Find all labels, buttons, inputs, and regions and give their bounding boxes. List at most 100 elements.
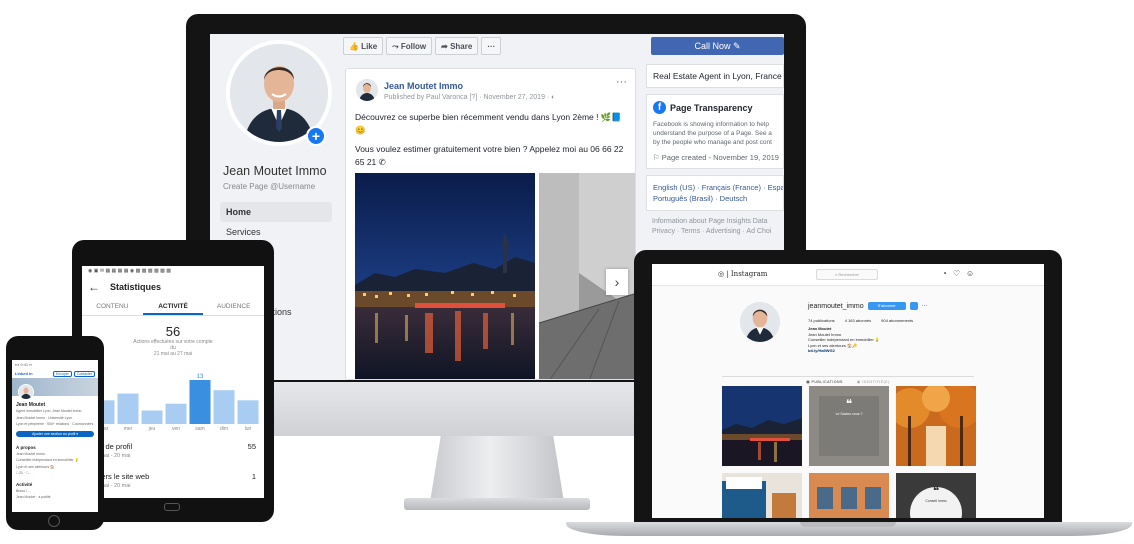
grid-post[interactable] xyxy=(722,386,802,466)
follow-button[interactable]: ⤳ Follow xyxy=(386,37,433,55)
chart-day-label: sam xyxy=(195,426,205,432)
date-range: 21 mai au 27 mai xyxy=(153,351,193,357)
language-links[interactable]: English (US) · Français (France) · Espa xyxy=(653,182,783,193)
add-photo-icon[interactable]: + xyxy=(306,126,326,146)
grid-post[interactable]: ❝ Conseil immo xyxy=(896,473,976,518)
footer-line[interactable]: Information about Page Insights Data xyxy=(652,217,778,227)
followers-count[interactable]: 4 163 abonnés xyxy=(845,318,871,323)
contact-button[interactable]: Contacter xyxy=(73,370,95,377)
chart-peak-label: 13 xyxy=(197,374,204,380)
footer-line[interactable]: Privacy · Terms · Advertising · Ad Choi xyxy=(652,227,778,237)
statistics-header: ← Statistiques xyxy=(82,276,264,298)
post-text: Découvrez ce superbe bien récemment vend… xyxy=(355,111,627,175)
transparency-text-line: by the people who manage and post cont xyxy=(653,139,772,146)
more-options-icon[interactable]: ··· xyxy=(922,303,928,309)
grid-post[interactable] xyxy=(896,386,976,466)
grid-post[interactable]: ❝ Le Saviez-vous ? xyxy=(809,386,889,466)
instagram-navbar: ◎ | Instagram ⌕ Rechercher ◔ ♡ ☺ xyxy=(652,264,1044,286)
profile-avatar[interactable] xyxy=(18,384,34,400)
total-actions: 56 xyxy=(165,324,181,339)
post-photo-lyon-night[interactable] xyxy=(355,173,535,379)
post-author-name[interactable]: Jean Moutet Immo xyxy=(384,81,463,91)
website-clicks-row[interactable]: cs vers le site web 1 u 14 mai - 20 mai xyxy=(88,472,258,489)
like-button[interactable]: 👍 Like xyxy=(343,37,384,55)
footer-links: Information about Page Insights Data Pri… xyxy=(646,217,784,237)
add-section-button[interactable]: Ajouter une section au profil ▾ xyxy=(16,430,94,437)
following-count[interactable]: 904 abonnements xyxy=(881,318,913,323)
person-portrait-icon xyxy=(740,302,780,342)
quote-icon: ❝ xyxy=(932,484,940,498)
profile-visits-row[interactable]: sites de profil 55 u 14 mai - 20 mai xyxy=(88,442,258,459)
chart-bar[interactable] xyxy=(117,393,139,425)
profile-stats: 74 publications 4 163 abonnés 904 abonne… xyxy=(808,318,913,323)
quote-overlay: ❝ Conseil immo xyxy=(908,485,964,504)
row-subtitle: u 14 mai - 20 mai xyxy=(88,483,131,489)
instagram-logo-icon[interactable]: ◎ | Instagram xyxy=(718,270,767,278)
page-action-toolbar: 👍 Like ⤳ Follow ➦ Share ··· xyxy=(343,37,502,55)
activity-bar-chart: 13 xyxy=(93,374,259,425)
call-now-button[interactable]: Call Now ✎ xyxy=(651,37,784,55)
create-username-link[interactable]: Create Page @Username xyxy=(223,182,315,191)
imac-foot xyxy=(404,498,590,510)
activity-title: Activité xyxy=(16,481,33,487)
page-category: Real Estate Agent in Lyon, France xyxy=(653,71,782,81)
grid-post[interactable] xyxy=(722,473,802,518)
share-button[interactable]: ➦ Share xyxy=(435,37,479,55)
page-created-date: ⚐ Page created - November 19, 2019 xyxy=(653,153,779,162)
explore-icon[interactable]: ◔ xyxy=(942,269,947,278)
chart-day-labels: mar mer jeu ven sam dim lun xyxy=(92,426,260,432)
language-links[interactable]: Português (Brasil) · Deutsch xyxy=(653,193,777,204)
page-title: Statistiques xyxy=(110,282,162,292)
status-bar: ▪▪▪ 9:41 ▪▪ xyxy=(12,360,98,369)
facebook-logo-icon: f xyxy=(653,101,666,114)
posts-count: 74 publications xyxy=(808,318,835,323)
more-options-button[interactable]: ··· xyxy=(481,37,502,55)
heart-icon[interactable]: ♡ xyxy=(953,269,960,278)
tablet-home-button xyxy=(164,503,180,511)
transparency-text: Facebook is showing information to help … xyxy=(653,120,777,147)
nav-home[interactable]: Home xyxy=(220,202,332,222)
device-mockup-scene: + Jean Moutet Immo Create Page @Username… xyxy=(0,0,1134,544)
search-input[interactable]: ⌕ Rechercher xyxy=(816,269,878,280)
tab-activite[interactable]: ACTIVITÉ xyxy=(142,298,204,315)
grid-post[interactable] xyxy=(809,473,889,518)
profile-cover xyxy=(12,378,98,400)
tab-tagged[interactable]: ▣ IDENTIFIÉ(E) xyxy=(857,380,890,384)
transparency-text-line: Facebook is showing information to help xyxy=(653,121,769,128)
post-more-icon[interactable]: ··· xyxy=(616,76,627,88)
back-arrow-icon[interactable]: ← xyxy=(88,280,100,294)
laptop-notch xyxy=(800,522,896,527)
row-value: 1 xyxy=(251,472,256,481)
chevron-right-icon[interactable]: › xyxy=(606,269,628,295)
tab-audience[interactable]: AUDIENCE xyxy=(203,298,264,315)
profile-bio: Jean Moutet Jean Moutet Immo Conseiller … xyxy=(808,326,880,354)
profile-icon[interactable]: ☺ xyxy=(966,269,974,278)
chart-bar[interactable] xyxy=(213,390,235,424)
linkedin-logo-icon: Linked in xyxy=(15,371,33,376)
send-button[interactable]: Envoyer xyxy=(52,370,72,377)
nav-services[interactable]: Services xyxy=(220,222,332,242)
row-value: 55 xyxy=(247,442,256,451)
linkedin-profile-screen: ▪▪▪ 9:41 ▪▪ Linked in Envoyer Contacter … xyxy=(12,360,98,512)
bio-link[interactable]: bit.ly/Ha9WG2 xyxy=(808,348,880,354)
city-night-photo xyxy=(355,173,535,379)
blue-interior-photo xyxy=(722,473,802,518)
follow-button[interactable]: S'abonner xyxy=(867,302,906,310)
quote-overlay: ❝ Le Saviez-vous ? xyxy=(821,398,877,417)
quote-text: Le Saviez-vous ? xyxy=(835,412,863,416)
statistics-screen: ◉ ▣ ✉ ▦ ▦ ▦ ▦ ◉ ▩ ▩ ▩ ▩ ▩ ▩ ← Statistiqu… xyxy=(82,266,264,498)
quote-icon: ❝ xyxy=(845,397,853,411)
tab-publications[interactable]: ▦ PUBLICATIONS xyxy=(806,380,843,384)
row-title: sites de profil xyxy=(88,442,133,451)
feed-post: Jean Moutet Immo Published by Paul Varon… xyxy=(345,68,636,380)
chart-bar[interactable] xyxy=(165,403,187,424)
chart-bar[interactable] xyxy=(237,400,259,424)
profile-avatar[interactable] xyxy=(740,302,780,342)
tab-contenu[interactable]: CONTENU xyxy=(82,298,143,315)
status-bar: ◉ ▣ ✉ ▦ ▦ ▦ ▦ ◉ ▩ ▩ ▩ ▩ ▩ ▩ xyxy=(88,268,171,274)
chart-bar[interactable] xyxy=(189,380,211,424)
chart-bar[interactable] xyxy=(141,410,163,425)
chart-day-label: ven xyxy=(171,426,181,432)
post-author-avatar[interactable] xyxy=(356,79,378,101)
suggestions-dropdown-button[interactable] xyxy=(909,302,918,310)
